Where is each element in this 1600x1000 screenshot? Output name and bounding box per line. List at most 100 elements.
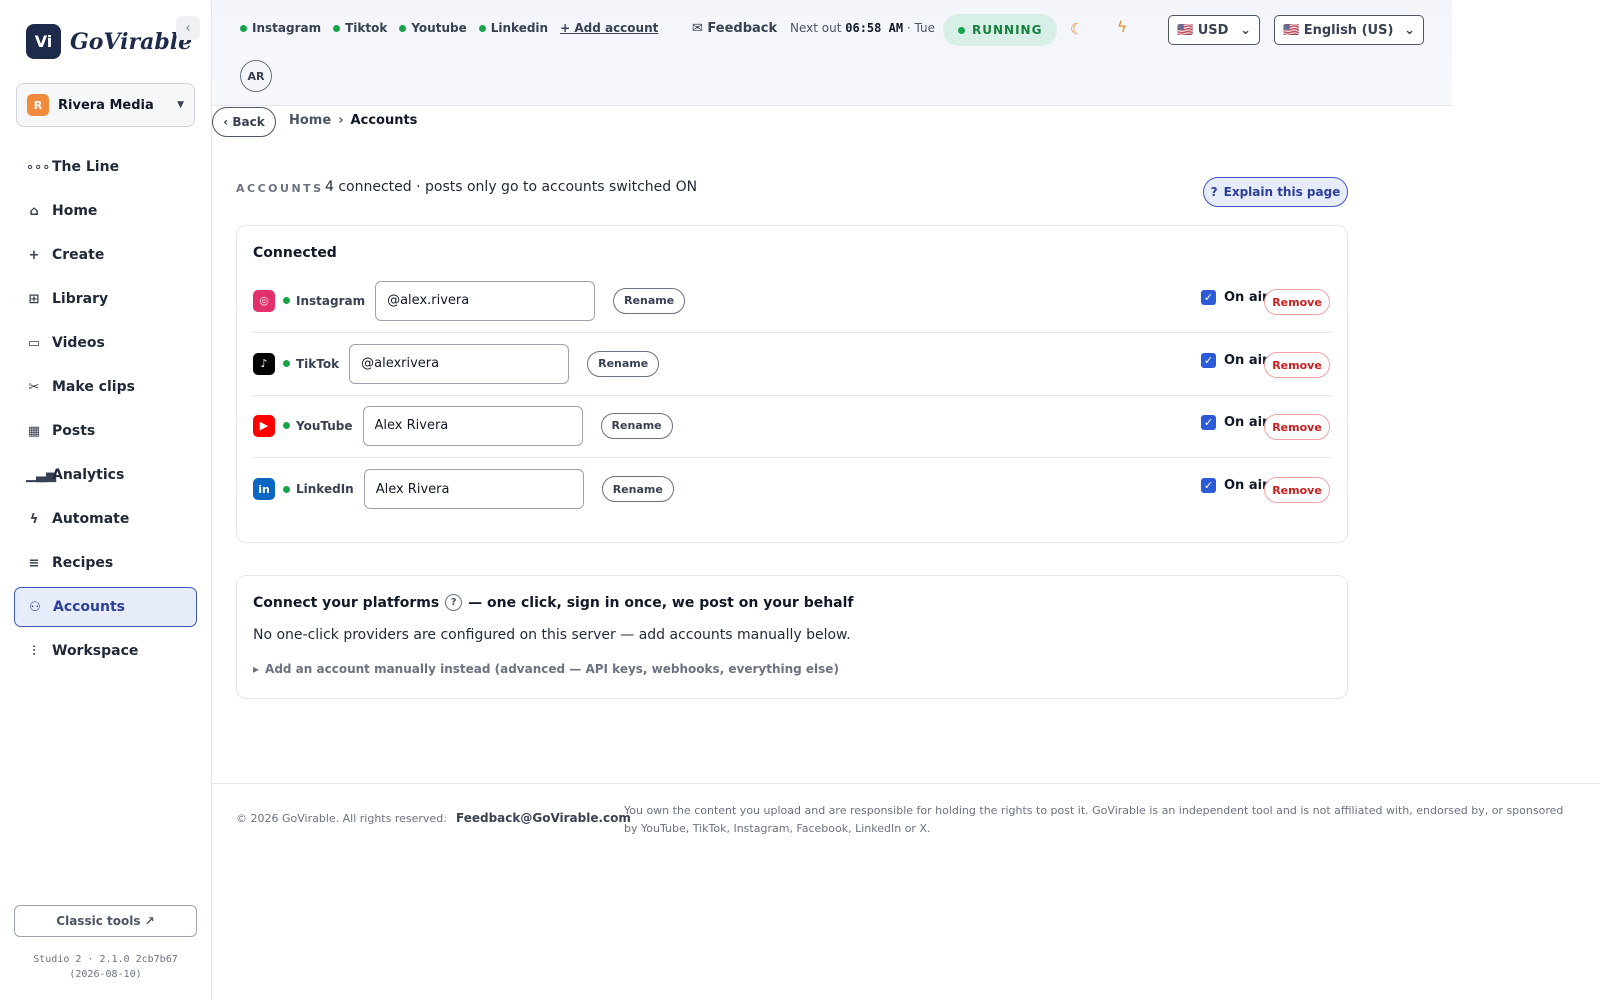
account-row: in LinkedIn Rename ✓ On airRemove — [253, 457, 1331, 521]
sidebar-item-recipes[interactable]: ≡ Recipes — [14, 543, 197, 583]
remove-account-button[interactable]: Remove — [1264, 289, 1330, 315]
on-air-toggle[interactable]: ✓ On air — [1201, 353, 1268, 368]
rename-button[interactable]: Rename — [613, 287, 686, 314]
platform-chip-label: Linkedin — [490, 21, 549, 35]
sidebar-item-posts[interactable]: ▦ Posts — [14, 411, 197, 451]
sidebar-item-videos[interactable]: ▭ Videos — [14, 323, 197, 363]
connect-title-suffix: — one click, sign in once, we post on yo… — [468, 594, 854, 611]
on-air-toggle[interactable]: ✓ On air — [1201, 415, 1268, 430]
platform-chip-tiktok[interactable]: Tiktok — [333, 21, 387, 35]
account-handle-input[interactable] — [363, 469, 584, 509]
plus-icon: + — [28, 247, 40, 263]
footer-separator: · — [614, 814, 618, 827]
explain-page-button[interactable]: ? Explain this page — [1203, 177, 1348, 207]
sidebar-item-label: Posts — [52, 423, 96, 439]
on-air-toggle[interactable]: ✓ On air — [1201, 478, 1268, 493]
currency-select[interactable]: 🇺🇸 USD ⌄ — [1168, 15, 1260, 45]
sidebar-item-accounts[interactable]: ⚇ Accounts — [14, 587, 197, 627]
platform-chip-label: Youtube — [411, 21, 467, 35]
sidebar-item-home[interactable]: ⌂ Home — [14, 191, 197, 231]
version-info: Studio 2 · 2.1.0 2cb7b67 (2026-08-10) — [14, 952, 197, 982]
account-row: ♪ TikTok Rename ✓ On airRemove — [253, 332, 1331, 396]
platform-name: Instagram — [296, 293, 366, 308]
remove-account-button[interactable]: Remove — [1264, 414, 1330, 440]
feedback-link[interactable]: ✉ Feedback — [692, 21, 777, 36]
status-dot-icon — [283, 485, 290, 493]
sidebar-item-library[interactable]: ⊞ Library — [14, 279, 197, 319]
connect-platforms-card: Connect your platforms ? — one click, si… — [236, 575, 1348, 699]
platform-chips: Instagram Tiktok Youtube Linkedin + Add acco… — [240, 21, 658, 35]
users-icon: ⚇ — [29, 599, 41, 615]
chevron-left-icon: ‹ — [185, 20, 191, 36]
logo-mark: Vi — [26, 24, 61, 59]
question-icon: ? — [1210, 185, 1218, 199]
section-eyebrow: ACCOUNTS — [236, 182, 324, 195]
video-icon: ▭ — [27, 335, 41, 351]
language-value: 🇺🇸 English (US) — [1283, 22, 1394, 38]
sidebar-item-analytics[interactable]: ▁▃▅ Analytics — [14, 455, 197, 495]
on-air-checkbox[interactable]: ✓ — [1201, 415, 1216, 430]
platform-chip-youtube[interactable]: Youtube — [399, 21, 467, 35]
help-icon[interactable]: ? — [445, 594, 463, 611]
rename-button[interactable]: Rename — [601, 476, 674, 502]
on-air-checkbox[interactable]: ✓ — [1201, 353, 1216, 368]
sliders-icon: ⫶ — [32, 643, 36, 659]
on-air-checkbox[interactable]: ✓ — [1201, 478, 1216, 493]
sidebar-item-label: Make clips — [52, 379, 135, 395]
on-air-checkbox[interactable]: ✓ — [1201, 290, 1216, 305]
account-handle-input[interactable] — [362, 405, 583, 446]
next-out-label: Next out — [790, 21, 842, 35]
add-account-link[interactable]: + Add account — [560, 21, 658, 35]
connect-title-text: Connect your platforms — [253, 594, 440, 611]
status-dot-icon — [333, 24, 341, 32]
logo-wordmark: GoVirable — [70, 28, 193, 55]
next-out-day: · Tue — [906, 21, 935, 35]
workspace-name: Rivera Media — [58, 97, 154, 113]
account-row: ▶ YouTube Rename ✓ On airRemove — [253, 394, 1331, 458]
account-handle-input[interactable] — [375, 280, 596, 321]
sidebar-item-automate[interactable]: ϟ Automate — [14, 499, 197, 539]
remove-account-button[interactable]: Remove — [1264, 352, 1330, 378]
sidebar-item-the-line[interactable]: ∘∘∘ The Line — [14, 147, 197, 187]
classic-tools-button[interactable]: Classic tools ↗ — [14, 905, 197, 937]
sidebar-item-workspace[interactable]: ⫶ Workspace — [14, 631, 197, 671]
user-avatar[interactable]: AR — [240, 60, 272, 92]
status-dot-icon — [399, 24, 407, 32]
next-out-status: Next out 06:58 AM · Tue — [790, 21, 935, 35]
workspace-avatar: R — [27, 94, 49, 116]
logo[interactable]: Vi GoVirable — [26, 24, 192, 59]
sidebar-item-create[interactable]: + Create — [14, 235, 197, 275]
workspace-switcher[interactable]: R Rivera Media ▼ — [16, 83, 195, 127]
on-air-toggle[interactable]: ✓ On air — [1201, 290, 1268, 305]
calendar-icon: ▦ — [27, 423, 41, 439]
document-icon: ≡ — [28, 555, 40, 571]
platform-name: LinkedIn — [296, 482, 354, 496]
running-status-badge: RUNNING — [943, 14, 1058, 46]
next-out-time: 06:58 AM — [845, 21, 904, 35]
rename-button[interactable]: Rename — [587, 350, 660, 377]
breadcrumb-home[interactable]: Home — [289, 113, 331, 128]
currency-value: 🇺🇸 USD — [1177, 22, 1229, 38]
on-air-label: On air — [1224, 353, 1269, 368]
bolt-icon[interactable]: ϟ — [1117, 18, 1127, 36]
back-button[interactable]: ‹ Back — [212, 107, 276, 137]
rename-button[interactable]: Rename — [600, 412, 673, 439]
moon-icon[interactable]: ☾ — [1070, 20, 1083, 38]
status-dot-icon — [283, 422, 290, 429]
platform-chip-instagram[interactable]: Instagram — [240, 21, 321, 35]
platform-name: TikTok — [296, 356, 340, 371]
footer-disclaimer: You own the content you upload and are r… — [624, 804, 1564, 835]
remove-account-button[interactable]: Remove — [1264, 477, 1330, 503]
footer-email-link[interactable]: Feedback@GoVirable.com — [456, 811, 631, 825]
account-handle-input[interactable] — [349, 343, 570, 384]
language-select[interactable]: 🇺🇸 English (US) ⌄ — [1274, 15, 1424, 45]
connect-body-text: No one-click providers are configured on… — [253, 627, 851, 643]
platform-chip-label: Tiktok — [345, 21, 388, 35]
sidebar-item-label: Home — [52, 203, 98, 219]
platform-chip-linkedin[interactable]: Linkedin — [478, 21, 549, 35]
collapse-sidebar-button[interactable]: ‹ — [176, 16, 200, 40]
manual-add-disclosure[interactable]: ▸ Add an account manually instead (advan… — [253, 662, 839, 676]
card-title: Connected — [253, 245, 337, 261]
platform-label: YouTube — [283, 419, 353, 433]
sidebar-item-make-clips[interactable]: ✂ Make clips — [14, 367, 197, 407]
